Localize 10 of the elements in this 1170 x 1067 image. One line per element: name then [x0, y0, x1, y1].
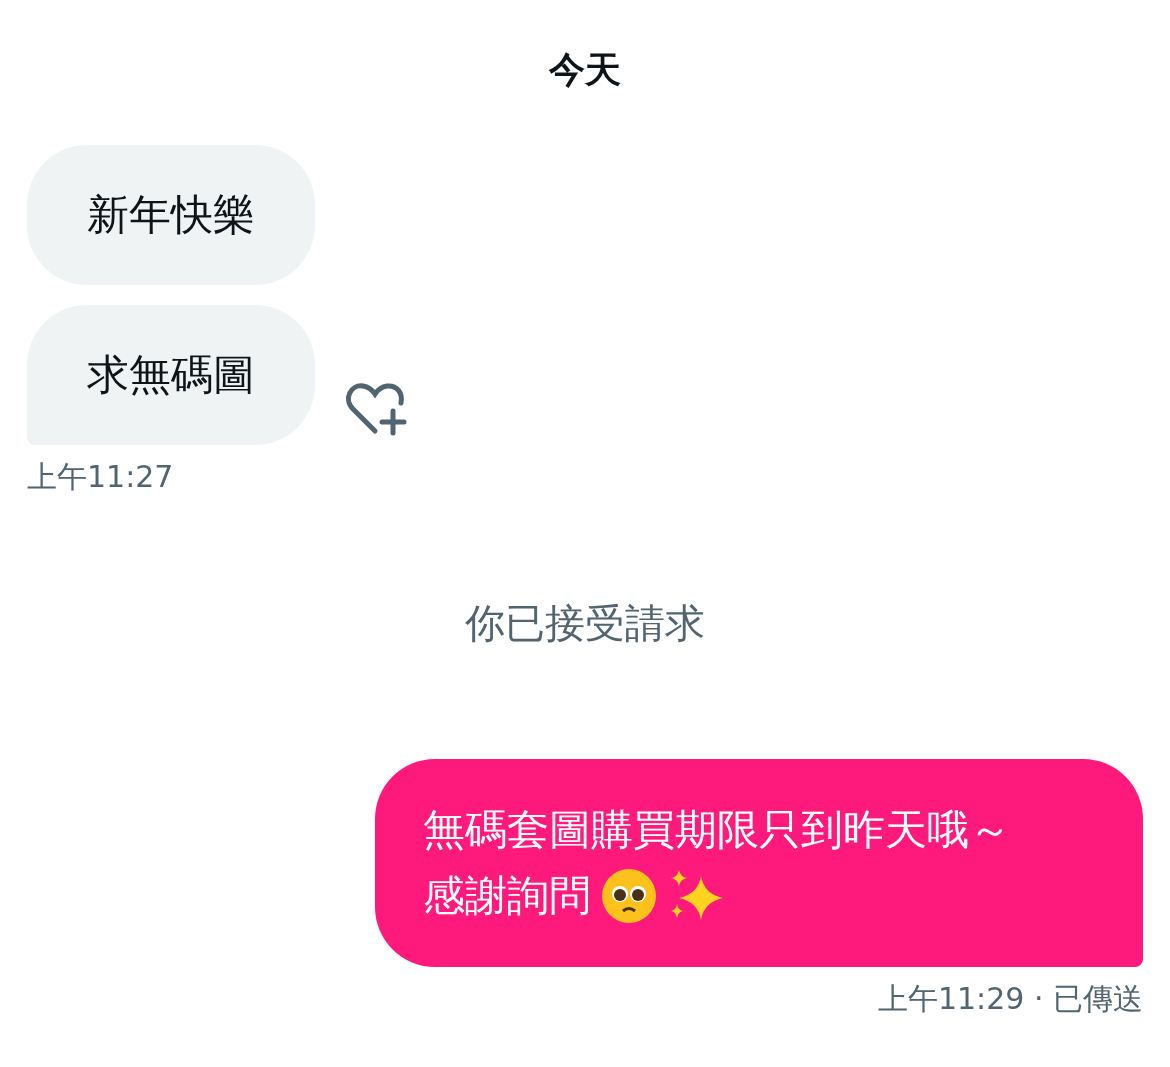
system-notice: 你已接受請求: [465, 599, 705, 648]
pleading-face-icon: [601, 868, 657, 924]
date-header: 今天: [549, 48, 621, 92]
message-text: 感謝詢問: [423, 870, 591, 922]
heart-plus-icon[interactable]: [345, 381, 407, 437]
message-bubble: 新年快樂: [27, 145, 315, 285]
message-status: 上午11:29 · 已傳送: [877, 980, 1143, 1018]
message-text: 無碼套圖購買期限只到昨天哦～: [423, 804, 1011, 856]
message-bubble: 求無碼圖: [27, 305, 315, 445]
message-time: 上午11:27: [27, 458, 175, 496]
